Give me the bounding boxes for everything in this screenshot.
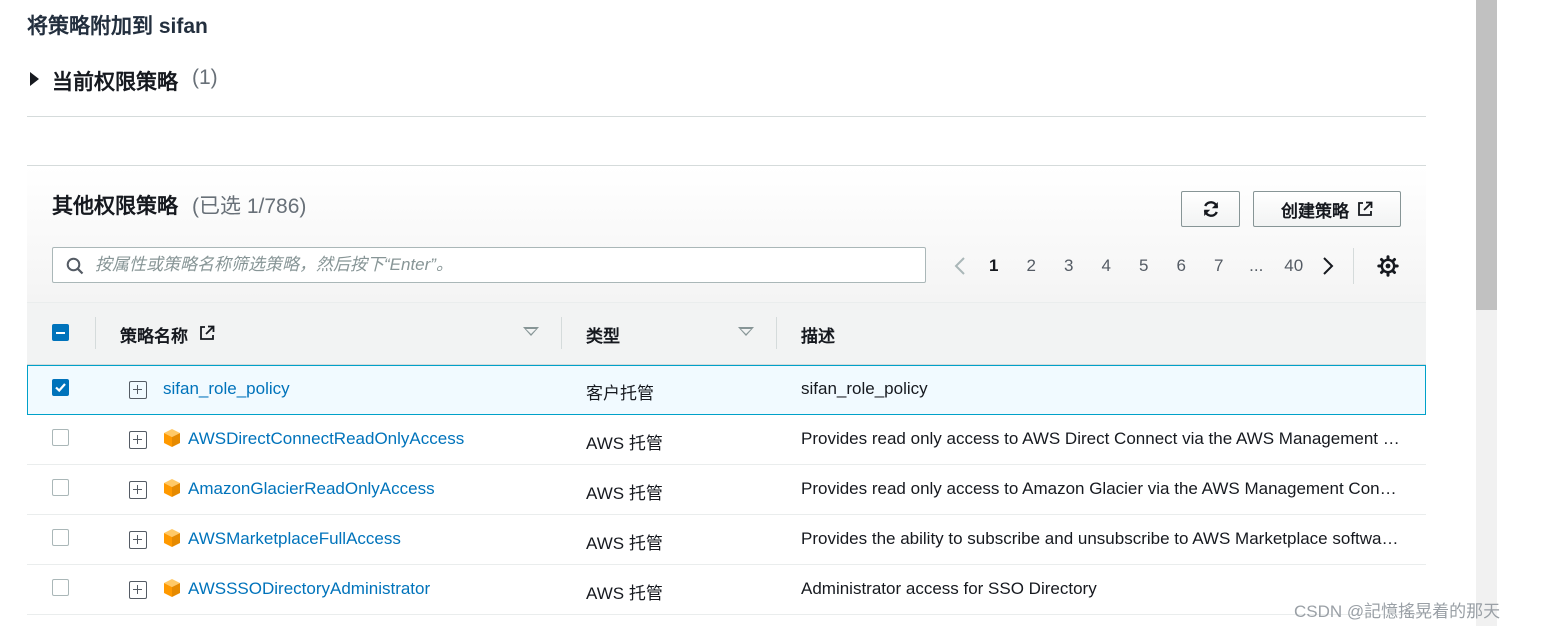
select-all-checkbox[interactable] [52, 324, 69, 341]
pagination: 1 2 3 4 5 6 7 ... 40 [945, 248, 1354, 284]
policy-type: AWS 托管 [586, 484, 663, 503]
policy-description: Provides read only access to AWS Direct … [801, 429, 1401, 448]
policy-name-link[interactable]: AmazonGlacierReadOnlyAccess [188, 479, 435, 499]
chevron-right-icon[interactable] [1313, 256, 1343, 276]
check-icon [55, 383, 66, 393]
pagination-divider [1352, 248, 1354, 284]
page-6[interactable]: 6 [1163, 256, 1201, 276]
aws-managed-icon [164, 479, 180, 497]
expand-icon[interactable] [129, 431, 147, 449]
sort-down-icon[interactable] [523, 327, 539, 336]
search-icon [66, 257, 84, 275]
column-header-description[interactable]: 描述 [801, 322, 835, 347]
page-scrollbar[interactable] [1476, 0, 1497, 626]
page-ellipsis: ... [1249, 256, 1264, 275]
column-divider [561, 317, 562, 349]
policy-description: Administrator access for SSO Directory [801, 579, 1097, 598]
page-40[interactable]: 40 [1275, 256, 1313, 276]
row-checkbox[interactable] [52, 429, 69, 446]
page-7[interactable]: 7 [1200, 256, 1238, 276]
table-header: 策略名称 类型 描述 [27, 303, 1426, 365]
panel-header: 其他权限策略 (已选 1/786) 创建策略 按属性或策略名称筛选策略，然后按下… [27, 166, 1426, 303]
policy-type: AWS 托管 [586, 534, 663, 553]
policy-name-link[interactable]: AWSSSODirectoryAdministrator [188, 579, 430, 599]
page-title: 将策略附加到 sifan [27, 15, 208, 38]
current-policies-count: (1) [192, 66, 218, 89]
aws-managed-icon [164, 429, 180, 447]
expand-icon[interactable] [129, 481, 147, 499]
policy-name-link[interactable]: AWSDirectConnectReadOnlyAccess [188, 429, 464, 449]
expand-icon[interactable] [129, 381, 147, 399]
current-policies-section: 当前权限策略 (1) [27, 62, 1426, 117]
caret-right-icon[interactable] [30, 72, 39, 86]
settings-button[interactable] [1375, 253, 1401, 279]
sort-down-icon[interactable] [738, 327, 754, 336]
policy-type: AWS 托管 [586, 584, 663, 603]
create-policy-button[interactable]: 创建策略 [1253, 191, 1401, 227]
table-row[interactable]: AmazonGlacierReadOnlyAccess AWS 托管 Provi… [27, 465, 1426, 515]
policy-type: 客户托管 [586, 384, 654, 403]
policy-name-link[interactable]: AWSMarketplaceFullAccess [188, 529, 401, 549]
other-policies-title: 其他权限策略 [52, 195, 178, 218]
expand-icon[interactable] [129, 531, 147, 549]
column-header-type[interactable]: 类型 [586, 322, 620, 347]
selection-count: (已选 1/786) [192, 195, 307, 218]
row-checkbox[interactable] [52, 479, 69, 496]
page-2[interactable]: 2 [1013, 256, 1051, 276]
refresh-button[interactable] [1181, 191, 1240, 227]
column-divider [776, 317, 777, 349]
table-row[interactable]: AWSSSODirectoryAdministrator AWS 托管 Admi… [27, 565, 1426, 615]
table-row[interactable]: sifan_role_policy 客户托管 sifan_role_policy [27, 365, 1426, 415]
refresh-icon [1203, 201, 1218, 217]
page-4[interactable]: 4 [1088, 256, 1126, 276]
watermark: CSDN @記憶搖晃着的那天 [1294, 602, 1501, 621]
aws-managed-icon [164, 579, 180, 597]
page-3[interactable]: 3 [1050, 256, 1088, 276]
page-1[interactable]: 1 [975, 256, 1013, 276]
scrollbar-thumb[interactable] [1476, 0, 1497, 310]
gear-icon [1377, 255, 1399, 277]
row-checkbox[interactable] [52, 379, 69, 396]
row-checkbox[interactable] [52, 579, 69, 596]
search-box [52, 247, 926, 283]
search-input[interactable] [95, 252, 915, 278]
external-link-icon [1358, 201, 1373, 216]
chevron-left-icon[interactable] [945, 256, 975, 276]
policy-description: sifan_role_policy [801, 379, 928, 398]
other-policies-panel: 其他权限策略 (已选 1/786) 创建策略 按属性或策略名称筛选策略，然后按下… [27, 165, 1426, 626]
column-header-name[interactable]: 策略名称 [120, 322, 188, 347]
policy-name-link[interactable]: sifan_role_policy [163, 379, 290, 399]
column-divider [95, 317, 96, 349]
row-checkbox[interactable] [52, 529, 69, 546]
policy-type: AWS 托管 [586, 434, 663, 453]
policy-description: Provides read only access to Amazon Glac… [801, 479, 1401, 498]
external-link-icon[interactable] [199, 325, 215, 341]
expand-icon[interactable] [129, 581, 147, 599]
table-row[interactable]: AWSMarketplaceFullAccess AWS 托管 Provides… [27, 515, 1426, 565]
page-5[interactable]: 5 [1125, 256, 1163, 276]
policy-description: Provides the ability to subscribe and un… [801, 529, 1401, 548]
aws-managed-icon [164, 529, 180, 547]
create-policy-label: 创建策略 [1281, 201, 1349, 221]
current-policies-title[interactable]: 当前权限策略 [52, 66, 178, 96]
table-row[interactable]: AWSDirectConnectReadOnlyAccess AWS 托管 Pr… [27, 415, 1426, 465]
